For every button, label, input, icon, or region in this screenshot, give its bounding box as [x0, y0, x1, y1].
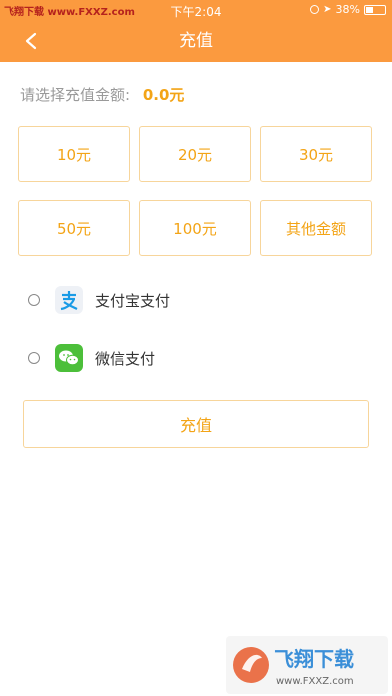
amount-option-other[interactable]: 其他金额: [260, 200, 372, 256]
page-title: 充值: [179, 31, 213, 51]
amount-option-30[interactable]: 30元: [260, 126, 372, 182]
amount-option-50[interactable]: 50元: [18, 200, 130, 256]
wechat-radio[interactable]: [28, 352, 40, 364]
chevron-left-icon[interactable]: [18, 27, 48, 55]
location-icon: ➤: [323, 4, 332, 15]
wechat-label: 微信支付: [95, 349, 156, 368]
orientation-lock-icon: [310, 5, 320, 14]
recharge-button[interactable]: 充值: [23, 400, 369, 448]
amount-value: 0.0元: [142, 86, 185, 104]
alipay-option[interactable]: 支付宝支付: [28, 286, 170, 314]
wechat-icon: [55, 344, 83, 372]
status-bar: 飞翔下载 www.FXXZ.com 下午2:04 ➤ 38%: [0, 0, 392, 20]
alipay-label: 支付宝支付: [95, 291, 171, 310]
battery-percent: 38%: [335, 3, 360, 16]
amount-option-20[interactable]: 20元: [139, 126, 251, 182]
watermark-url: www.FXXZ.com: [276, 676, 354, 687]
status-right: ➤ 38%: [310, 3, 386, 16]
wechat-option[interactable]: 微信支付: [28, 344, 155, 372]
nav-bar: 充值: [0, 20, 392, 62]
amount-option-10[interactable]: 10元: [18, 126, 130, 182]
battery-icon: [364, 4, 386, 15]
alipay-icon: [55, 286, 83, 314]
watermark-title: 飞翔下载: [274, 647, 354, 671]
amount-option-100[interactable]: 100元: [139, 200, 251, 256]
amount-row: 请选择充值金额: 0.0元: [20, 84, 184, 105]
amount-label: 请选择充值金额:: [20, 86, 131, 104]
amount-options: 10元 20元 30元 50元 100元 其他金额: [18, 126, 373, 256]
alipay-radio[interactable]: [28, 294, 40, 306]
watermark-logo: 飞翔下载 www.FXXZ.com: [226, 636, 388, 694]
